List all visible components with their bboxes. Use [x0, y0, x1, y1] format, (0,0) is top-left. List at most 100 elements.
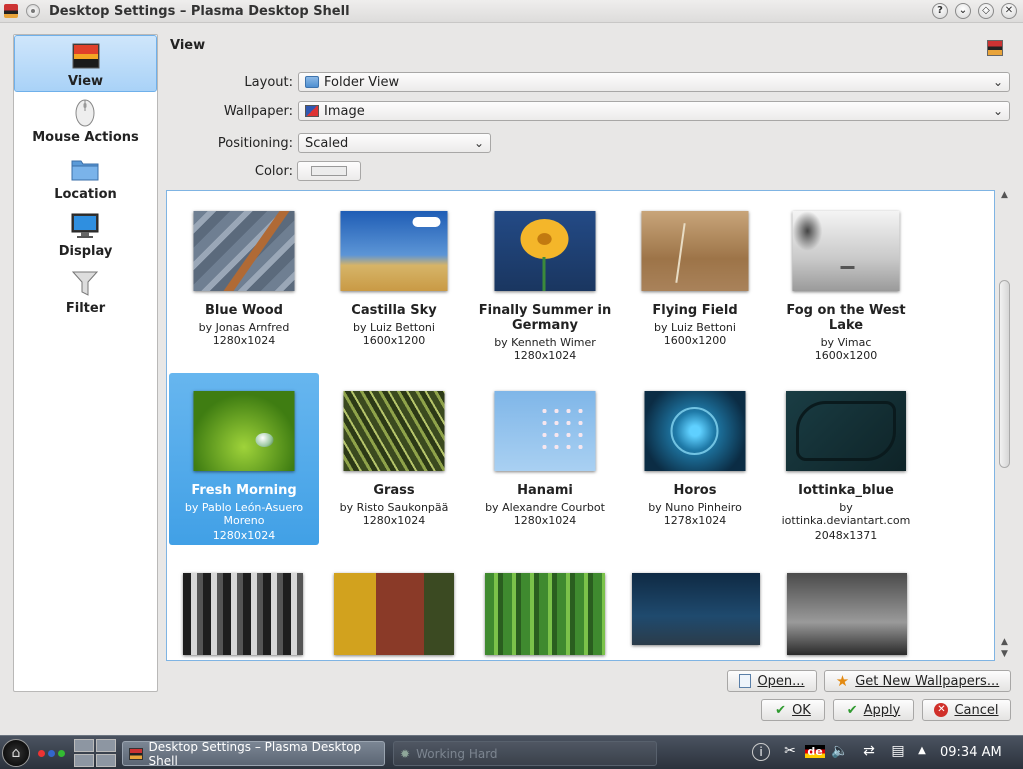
document-icon	[739, 674, 752, 688]
keyboard-layout-label: de	[805, 745, 825, 758]
sidebar-item-mouse-actions[interactable]: Mouse Actions	[14, 92, 157, 149]
wallpaper-author: by Luiz Bettoni	[654, 321, 736, 334]
get-new-wallpapers-button[interactable]: ★ Get New Wallpapers...	[824, 670, 1011, 692]
wallpaper-item[interactable]: Fog on the West Lake by Vimac 1600x1200	[771, 193, 921, 365]
color-picker-button[interactable]	[297, 161, 361, 181]
sidebar-item-filter[interactable]: Filter	[14, 263, 157, 320]
layout-value: Folder View	[324, 74, 400, 90]
scroll-down-icon[interactable]: ▼	[998, 649, 1011, 661]
wallpaper-thumbnail	[792, 211, 900, 291]
wallpaper-size: 1280x1024	[513, 514, 577, 527]
window-menu-button[interactable]	[26, 4, 40, 18]
pager-desktop[interactable]	[96, 739, 116, 752]
sidebar-item-display[interactable]: Display	[14, 206, 157, 263]
grid-scrollbar[interactable]: ▲ ▲ ▼	[996, 190, 1013, 661]
apply-button[interactable]: ✔ Apply	[833, 699, 914, 721]
wallpaper-item[interactable]: Flying Field by Luiz Bettoni 1600x1200	[620, 193, 770, 365]
settings-sidebar: View Mouse Actions Location Display Filt…	[13, 34, 158, 692]
wallpaper-select[interactable]: Image ⌄	[298, 101, 1010, 121]
wallpaper-name: Fresh Morning	[191, 483, 297, 498]
activity-dots[interactable]	[38, 750, 65, 757]
help-button[interactable]: ?	[932, 3, 948, 19]
wallpaper-thumbnail[interactable]	[632, 573, 760, 645]
wallpaper-grid[interactable]: Blue Wood by Jonas Arnfred 1280x1024 Cas…	[166, 190, 995, 661]
cancel-button[interactable]: ✕ Cancel	[922, 699, 1011, 721]
wallpaper-name: Castilla Sky	[351, 303, 437, 318]
clock[interactable]: 09:34 AM	[940, 745, 1002, 760]
open-button[interactable]: Open...	[727, 670, 817, 692]
close-button[interactable]: ✕	[1001, 3, 1017, 19]
positioning-select[interactable]: Scaled ⌄	[298, 133, 491, 153]
info-icon[interactable]: i	[751, 743, 771, 763]
wallpaper-thumbnail	[340, 211, 448, 291]
keyboard-layout-indicator[interactable]: de	[804, 743, 826, 763]
wallpaper-item[interactable]: Horos by Nuno Pinheiro 1278x1024	[620, 373, 770, 545]
green-dot-icon	[58, 750, 65, 757]
apply-button-label: Apply	[863, 702, 901, 718]
color-swatch	[311, 166, 347, 176]
sidebar-item-label: Filter	[65, 301, 106, 316]
wallpaper-size: 1280x1024	[362, 514, 426, 527]
wallpaper-size: 2048x1371	[814, 529, 878, 542]
wallpaper-author: by Jonas Arnfred	[198, 321, 290, 334]
scroll-up-icon[interactable]: ▲	[998, 190, 1011, 202]
clipboard-icon[interactable]: ▤	[888, 743, 908, 763]
chevron-down-icon: ⌄	[992, 75, 1003, 89]
window-controls: ? ⌄ ◇ ✕	[932, 3, 1017, 19]
taskbar: ⌂ Desktop Settings – Plasma Desktop Shel…	[0, 735, 1023, 769]
maximize-button[interactable]: ◇	[978, 3, 994, 19]
wallpaper-thumbnail[interactable]	[485, 573, 605, 655]
taskbar-job-progress[interactable]: ✹ Working Hard	[393, 741, 657, 766]
pager-desktop[interactable]	[74, 754, 94, 767]
network-icon[interactable]: ⇄	[858, 743, 880, 763]
wallpaper-name: Finally Summer in Germany	[478, 303, 612, 333]
wallpaper-item[interactable]: Iottinka_blue by iottinka.deviantart.com…	[771, 373, 921, 545]
wallpaper-name: Fog on the West Lake	[786, 303, 906, 333]
page-title: View	[170, 38, 206, 53]
star-icon: ★	[835, 672, 850, 690]
layout-select[interactable]: Folder View ⌄	[298, 72, 1010, 92]
mouse-icon	[75, 99, 95, 127]
checkmark-icon: ✔	[775, 702, 787, 718]
red-dot-icon	[38, 750, 45, 757]
wallpaper-thumbnail	[494, 211, 596, 291]
wallpaper-item[interactable]: Fresh Morning by Pablo León-Asuero Moren…	[169, 373, 319, 545]
wallpaper-thumbnail[interactable]	[787, 573, 907, 655]
wallpaper-name: Horos	[673, 483, 717, 498]
minimize-button[interactable]: ⌄	[955, 3, 971, 19]
sidebar-item-label: Location	[54, 187, 117, 202]
wallpaper-thumbnail[interactable]	[183, 573, 303, 655]
scroll-up-icon[interactable]: ▲	[998, 637, 1011, 649]
wallpaper-name: Flying Field	[652, 303, 738, 318]
wallpaper-item[interactable]: Finally Summer in Germany by Kenneth Wim…	[470, 193, 620, 365]
scroll-thumb[interactable]	[999, 280, 1010, 468]
wallpaper-author: by Vimac	[820, 336, 872, 349]
positioning-value: Scaled	[305, 135, 349, 151]
task-label: Desktop Settings – Plasma Desktop Shell	[148, 739, 362, 768]
tray-expand-icon[interactable]: ▲	[914, 745, 930, 765]
application-launcher-icon[interactable]: ⌂	[2, 739, 30, 767]
wallpaper-author: by Pablo León-Asuero Moreno	[184, 501, 304, 527]
scroll-track[interactable]	[999, 202, 1010, 637]
sidebar-item-view[interactable]: View	[14, 35, 157, 92]
sidebar-item-label: Display	[58, 244, 113, 259]
scissors-icon[interactable]: ✂	[780, 743, 800, 763]
wallpaper-item[interactable]: Castilla Sky by Luiz Bettoni 1600x1200	[319, 193, 469, 365]
ok-button[interactable]: ✔ OK	[761, 699, 825, 721]
get-new-wallpapers-label: Get New Wallpapers...	[855, 673, 1000, 689]
desktop-pager[interactable]	[74, 739, 116, 767]
sidebar-item-location[interactable]: Location	[14, 149, 157, 206]
wallpaper-item[interactable]: Blue Wood by Jonas Arnfred 1280x1024	[169, 193, 319, 365]
taskbar-task-desktop-settings[interactable]: Desktop Settings – Plasma Desktop Shell	[122, 739, 385, 768]
window-title: Desktop Settings – Plasma Desktop Shell	[49, 3, 350, 19]
pager-desktop[interactable]	[74, 739, 94, 752]
chevron-down-icon: ⌄	[992, 104, 1003, 118]
wallpaper-item[interactable]: Hanami by Alexandre Courbot 1280x1024	[470, 373, 620, 545]
wallpaper-thumbnail	[193, 391, 295, 471]
chevron-down-icon: ⌄	[473, 136, 484, 150]
pager-desktop[interactable]	[96, 754, 116, 767]
wallpaper-thumbnail[interactable]	[334, 573, 454, 655]
wallpaper-item[interactable]: Grass by Risto Saukonpää 1280x1024	[319, 373, 469, 545]
volume-icon[interactable]: 🔈	[830, 743, 850, 763]
wallpaper-icon	[987, 40, 1003, 56]
